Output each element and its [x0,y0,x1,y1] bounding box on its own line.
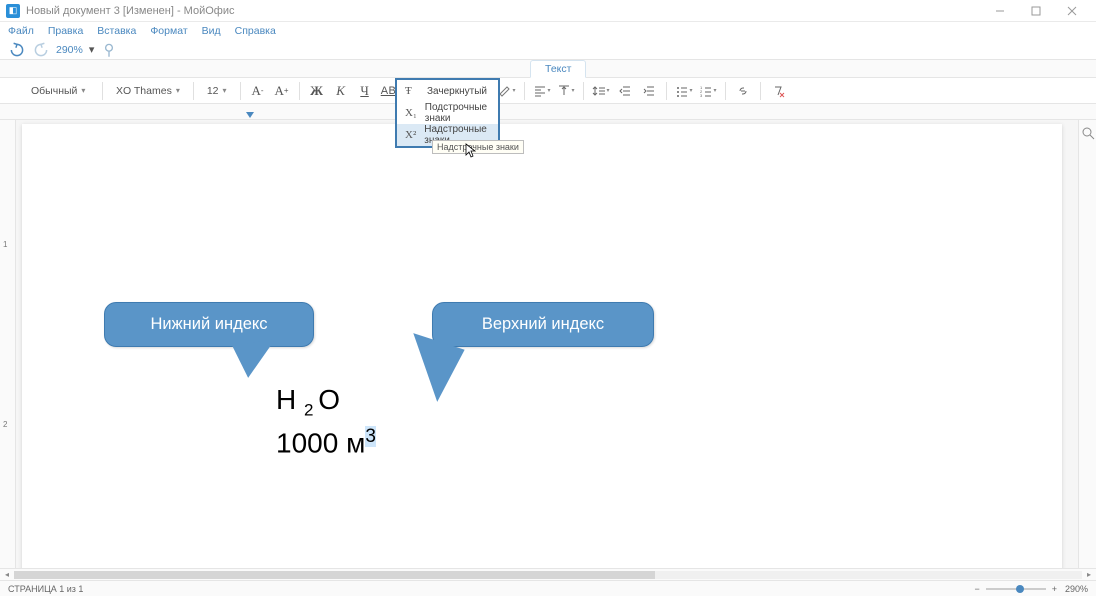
increase-font-button[interactable]: A+ [271,80,293,102]
menu-edit[interactable]: Правка [48,25,83,37]
horizontal-scrollbar[interactable]: ◂ ▸ [0,568,1096,580]
zoom-slider[interactable] [986,588,1046,590]
dropdown-item-label: Зачеркнутый [427,86,487,97]
document-content[interactable]: H 2 О 1000 м3 [276,380,376,464]
menu-view[interactable]: Вид [202,25,221,37]
strikethrough-icon: Ŧ [405,85,419,97]
dropdown-item-label: Подстрочные знаки [425,102,490,124]
decrease-font-button[interactable]: A- [247,80,269,102]
search-icon[interactable] [1081,126,1095,140]
font-selector[interactable]: XO Thames▾ [109,81,187,101]
dropdown-strikethrough[interactable]: Ŧ Зачеркнутый [397,80,498,102]
workspace: 1 2 H 2 О 1000 м3 Нижний индекс Верхний … [0,120,1096,568]
callout-lower-index: Нижний индекс [104,302,314,347]
scroll-track[interactable] [14,571,1082,579]
italic-button[interactable]: К [330,80,352,102]
decrease-indent-button[interactable] [614,80,636,102]
cursor-icon [465,143,477,162]
menu-format[interactable]: Формат [150,25,187,37]
context-tabstrip: Текст [0,60,1096,78]
titlebar: ◧ Новый документ 3 [Изменен] - МойОфис [0,0,1096,22]
font-value: XO Thames [116,85,172,97]
numbered-list-button[interactable]: 123▾ [697,80,719,102]
page-indicator[interactable]: СТРАНИЦА 1 из 1 [8,584,974,594]
callout-tail-icon [395,333,464,405]
quick-access-bar: 290% ▾ [0,40,1096,60]
statusbar: СТРАНИЦА 1 из 1 − + 290% [0,580,1096,596]
text-sub-2: 2 [304,401,318,420]
callout-upper-index: Верхний индекс [432,302,654,347]
callout-upper-label: Верхний индекс [482,315,604,333]
zoom-chevron-icon[interactable]: ▾ [89,43,95,56]
text-o: О [318,384,340,415]
menu-insert[interactable]: Вставка [97,25,136,37]
text-sup-3: 3 [365,426,376,447]
close-button[interactable] [1054,0,1090,22]
maximize-button[interactable] [1018,0,1054,22]
increase-indent-button[interactable] [638,80,660,102]
indent-marker-icon[interactable] [246,112,254,118]
tooltip: Надстрочные знаки [432,140,524,154]
undo-button[interactable] [8,41,26,59]
style-selector[interactable]: Обычный▾ [24,81,96,101]
vertical-align-button[interactable]: ▾ [555,80,577,102]
page[interactable]: H 2 О 1000 м3 Нижний индекс Верхний инде… [22,124,1062,568]
zoom-value[interactable]: 290% [56,44,83,56]
line-spacing-button[interactable]: ▾ [590,80,612,102]
pin-button[interactable] [100,41,118,59]
tab-text[interactable]: Текст [530,60,586,78]
underline-button[interactable]: Ч [354,80,376,102]
style-value: Обычный [31,85,77,97]
subscript-icon: X₁ [405,107,417,119]
clear-format-button[interactable] [767,80,789,102]
app-icon: ◧ [6,4,20,18]
horizontal-ruler[interactable] [0,104,1096,120]
bold-button[interactable]: Ж [306,80,328,102]
text-h: H [276,384,304,415]
svg-text:3: 3 [700,93,703,98]
redo-button[interactable] [32,41,50,59]
minimize-button[interactable] [982,0,1018,22]
scroll-left-icon[interactable]: ◂ [0,570,14,579]
window-title: Новый документ 3 [Изменен] - МойОфис [26,5,982,17]
font-size-selector[interactable]: 12▾ [200,81,234,101]
menu-file[interactable]: Файл [8,25,34,37]
document-canvas[interactable]: H 2 О 1000 м3 Нижний индекс Верхний инде… [16,120,1078,568]
text-1000m: 1000 м [276,428,365,459]
menubar: Файл Правка Вставка Формат Вид Справка [0,22,1096,40]
link-button[interactable] [732,80,754,102]
callout-tail-icon [232,338,281,379]
scroll-right-icon[interactable]: ▸ [1082,570,1096,579]
formatting-toolbar: Обычный▾ XO Thames▾ 12▾ A- A+ Ж К Ч AB T… [0,78,1096,104]
superscript-icon: X² [405,129,416,141]
zoom-out-button[interactable]: − [974,584,979,594]
menu-help[interactable]: Справка [235,25,276,37]
vertical-ruler[interactable]: 1 2 [0,120,16,568]
zoom-in-button[interactable]: + [1052,584,1057,594]
more-formatting-dropdown: Ŧ Зачеркнутый X₁ Подстрочные знаки X² На… [395,78,500,148]
bullet-list-button[interactable]: ▾ [673,80,695,102]
scroll-thumb[interactable] [14,571,655,579]
dropdown-subscript[interactable]: X₁ Подстрочные знаки [397,102,498,124]
align-button[interactable]: ▾ [531,80,553,102]
review-sidebar [1078,120,1096,568]
callout-lower-label: Нижний индекс [150,315,267,333]
zoom-label[interactable]: 290% [1065,584,1088,594]
size-value: 12 [207,85,219,97]
